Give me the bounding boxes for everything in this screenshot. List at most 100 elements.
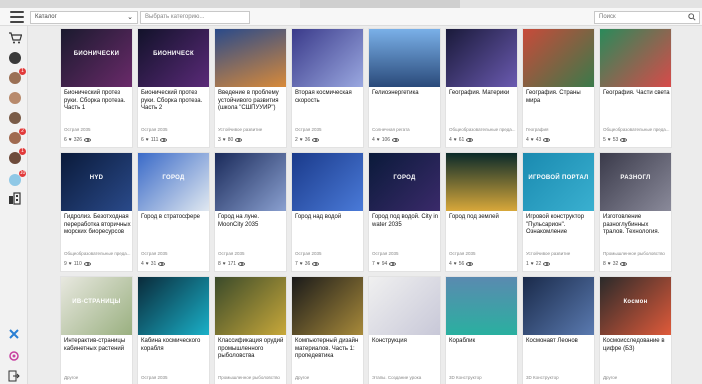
catalog-card[interactable]: Город над водой Острая 2035 7 ♥ 36 xyxy=(291,152,364,272)
card-thumbnail[interactable] xyxy=(523,29,594,87)
card-title[interactable]: Гелиоэнергетика xyxy=(372,90,440,98)
heart-icon[interactable]: ♥ xyxy=(531,261,534,267)
heart-icon[interactable]: ♥ xyxy=(300,261,303,267)
heart-icon[interactable]: ♥ xyxy=(300,137,303,143)
heart-icon[interactable]: ♥ xyxy=(454,137,457,143)
card-title[interactable]: Компьютерный дизайн материалов. Часть 1:… xyxy=(295,338,363,361)
card-title[interactable]: Город в стратосфере xyxy=(141,214,209,222)
avatar[interactable] xyxy=(9,52,21,64)
category-select[interactable]: Каталог ⌄ xyxy=(30,11,138,24)
heart-icon[interactable]: ♥ xyxy=(69,137,72,143)
heart-icon[interactable]: ♥ xyxy=(608,261,611,267)
card-thumbnail[interactable]: ИГРОВОЙ ПОРТАЛ xyxy=(523,153,594,211)
heart-icon[interactable]: ♥ xyxy=(531,137,534,143)
card-title[interactable]: Игровой конструктор "Пульсарион". Ознако… xyxy=(526,214,594,237)
card-thumbnail[interactable] xyxy=(215,29,286,87)
card-title[interactable]: Город под землей xyxy=(449,214,517,222)
card-thumbnail[interactable]: Космон xyxy=(600,277,671,335)
card-thumbnail[interactable]: HYD xyxy=(61,153,132,211)
card-thumbnail[interactable] xyxy=(446,153,517,211)
logout-icon[interactable] xyxy=(8,370,20,382)
catalog-card[interactable]: Космон Космоисследование в цифре (БЗ) Друг… xyxy=(599,276,672,384)
card-thumbnail[interactable] xyxy=(600,29,671,87)
heart-icon[interactable]: ♥ xyxy=(377,137,380,143)
catalog-card[interactable]: Компьютерный дизайн материалов. Часть 1:… xyxy=(291,276,364,384)
card-title[interactable]: Изготовление разноглубинных тралов. Техн… xyxy=(603,214,671,237)
card-title[interactable]: Гидролиз. Безотходная переработка вторич… xyxy=(64,214,132,237)
search-input[interactable]: Поиск xyxy=(594,11,700,24)
card-thumbnail[interactable] xyxy=(138,277,209,335)
card-title[interactable]: Космоисследование в цифре (БЗ) xyxy=(603,338,671,353)
menu-icon[interactable] xyxy=(10,11,24,23)
card-title[interactable]: Кораблик xyxy=(449,338,517,346)
catalog-card[interactable]: Космонавт Леонов 3D Конструктор xyxy=(522,276,595,384)
avatar[interactable] xyxy=(9,112,21,124)
catalog-card[interactable]: БИОНИЧЕСК Бионический протез руки. Сборка… xyxy=(137,28,210,148)
category-input[interactable]: Выбрать категорию... xyxy=(140,11,250,24)
card-title[interactable]: Город под водой. City in water 2035 xyxy=(372,214,440,229)
card-thumbnail[interactable] xyxy=(292,153,363,211)
card-thumbnail[interactable]: ГОРОД xyxy=(369,153,440,211)
card-thumbnail[interactable]: РАЗНОГЛ xyxy=(600,153,671,211)
card-thumbnail[interactable] xyxy=(215,277,286,335)
card-thumbnail[interactable]: ИВ-СТРАНИЦЫ xyxy=(61,277,132,335)
card-thumbnail[interactable]: БИОНИЧЕСК xyxy=(138,29,209,87)
catalog-card[interactable]: Классификация орудий промышленного рыбол… xyxy=(214,276,287,384)
card-title[interactable]: География. Материки xyxy=(449,90,517,98)
catalog-card[interactable]: ГОРОД Город под водой. City in water 2035… xyxy=(368,152,441,272)
heart-icon[interactable]: ♥ xyxy=(146,261,149,267)
card-title[interactable]: Конструкция xyxy=(372,338,440,346)
heart-icon[interactable]: ♥ xyxy=(454,261,457,267)
catalog-card[interactable]: ГОРОД Город в стратосфере Острая 2035 4 ♥ 31 xyxy=(137,152,210,272)
heart-icon[interactable]: ♥ xyxy=(146,137,149,143)
catalog-card[interactable]: Кабина космического корабля Острая 2035 xyxy=(137,276,210,384)
catalog-card[interactable]: География. Части света Общеобразовательны… xyxy=(599,28,672,148)
catalog-card[interactable]: Конструкция Этапы. Создание урока xyxy=(368,276,441,384)
catalog-card[interactable]: ИГРОВОЙ ПОРТАЛ Игровой конструктор "Пульс… xyxy=(522,152,595,272)
card-title[interactable]: Бионический протез руки. Сборка протеза.… xyxy=(64,90,132,113)
building-icon[interactable] xyxy=(8,192,21,205)
catalog-card[interactable]: РАЗНОГЛ Изготовление разноглубинных трало… xyxy=(599,152,672,272)
card-title[interactable]: Бионический протез руки. Сборка протеза.… xyxy=(141,90,209,113)
catalog-card[interactable]: Город под землей Острая 2035 4 ♥ 56 xyxy=(445,152,518,272)
catalog-card[interactable]: Кораблик 3D Конструктор xyxy=(445,276,518,384)
heart-icon[interactable]: ♥ xyxy=(223,137,226,143)
cart-icon[interactable] xyxy=(8,32,22,44)
card-thumbnail[interactable] xyxy=(369,277,440,335)
catalog-card[interactable]: HYD Гидролиз. Безотходная переработка вто… xyxy=(60,152,133,272)
card-title[interactable]: Город на луне. MoonCity 2035 xyxy=(218,214,286,229)
heart-icon[interactable]: ♥ xyxy=(608,137,611,143)
card-thumbnail[interactable] xyxy=(369,29,440,87)
card-title[interactable]: Город над водой xyxy=(295,214,363,222)
heart-icon[interactable]: ♥ xyxy=(377,261,380,267)
catalog-card[interactable]: Город на луне. MoonCity 2035 Острая 2035 8… xyxy=(214,152,287,272)
card-title[interactable]: Космонавт Леонов xyxy=(526,338,594,346)
catalog-card[interactable]: Гелиоэнергетика Солнечная регата 4 ♥ 106 xyxy=(368,28,441,148)
card-title[interactable]: Классификация орудий промышленного рыбол… xyxy=(218,338,286,361)
card-title[interactable]: Введение в проблему устойчивого развития… xyxy=(218,90,286,113)
card-thumbnail[interactable] xyxy=(446,277,517,335)
catalog-card[interactable]: География. Страны мира География 4 ♥ 43 xyxy=(522,28,595,148)
card-title[interactable]: География. Части света xyxy=(603,90,671,98)
heart-icon[interactable]: ♥ xyxy=(223,261,226,267)
catalog-card[interactable]: БИОНИЧЕСКИ Бионический протез руки. Сборк… xyxy=(60,28,133,148)
avatar[interactable] xyxy=(9,92,21,104)
catalog-card[interactable]: ИВ-СТРАНИЦЫ Интерактив-страницы кабинетны… xyxy=(60,276,133,384)
card-title[interactable]: Вторая космическая скорость xyxy=(295,90,363,105)
card-thumbnail[interactable]: ГОРОД xyxy=(138,153,209,211)
catalog-card[interactable]: Вторая космическая скорость Острая 2035 2 ♥… xyxy=(291,28,364,148)
card-thumbnail[interactable] xyxy=(292,29,363,87)
settings-icon[interactable] xyxy=(8,350,20,362)
catalog-card[interactable]: Введение в проблему устойчивого развития… xyxy=(214,28,287,148)
card-thumbnail[interactable] xyxy=(215,153,286,211)
card-thumbnail[interactable] xyxy=(523,277,594,335)
tools-icon[interactable] xyxy=(8,328,20,340)
card-title[interactable]: Интерактив-страницы кабинетных растений xyxy=(64,338,132,353)
card-title[interactable]: Кабина космического корабля xyxy=(141,338,209,353)
card-thumbnail[interactable] xyxy=(446,29,517,87)
card-title[interactable]: География. Страны мира xyxy=(526,90,594,105)
card-thumbnail[interactable] xyxy=(292,277,363,335)
catalog-card[interactable]: География. Материки Общеобразовательные п… xyxy=(445,28,518,148)
card-thumbnail[interactable]: БИОНИЧЕСКИ xyxy=(61,29,132,87)
heart-icon[interactable]: ♥ xyxy=(69,261,72,267)
